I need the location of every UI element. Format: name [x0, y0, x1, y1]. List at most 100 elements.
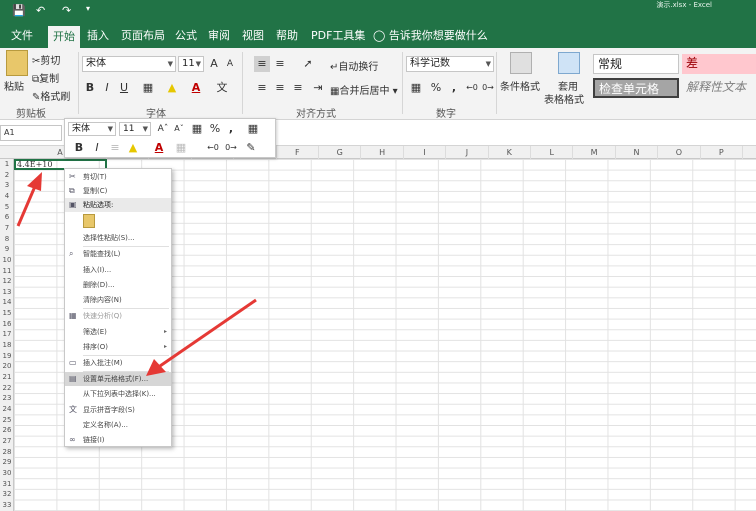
align-left-icon[interactable]: ≡	[254, 80, 270, 96]
italic-button[interactable]: I	[99, 80, 115, 96]
table-format-button[interactable]: 表格格式	[544, 91, 584, 106]
row-header-30[interactable]: 30	[0, 468, 14, 478]
context-menu-item[interactable]: 清除内容(N)	[65, 293, 171, 307]
context-menu-item[interactable]: 选择性粘贴(S)...	[65, 231, 171, 245]
context-menu-item[interactable]: 从下拉列表中选择(K)...	[65, 387, 171, 401]
tab-insert[interactable]: 插入	[82, 24, 114, 48]
format-painter-button[interactable]: ✎格式刷	[32, 88, 70, 103]
row-header-3[interactable]: 3	[0, 180, 14, 190]
tab-pdf-tools[interactable]: PDF工具集	[306, 24, 370, 48]
align-middle-icon[interactable]: ≡	[272, 56, 288, 72]
row-header-28[interactable]: 28	[0, 447, 14, 457]
row-header-26[interactable]: 26	[0, 425, 14, 435]
customize-quick-access-icon[interactable]: ▾	[86, 4, 90, 13]
mini-format-icon[interactable]: ▦	[245, 121, 261, 137]
column-header-o[interactable]: O	[658, 146, 701, 159]
mini-comma-button[interactable]: ,	[223, 121, 239, 137]
context-menu-item[interactable]: 插入(I)...	[65, 263, 171, 277]
row-header-21[interactable]: 21	[0, 372, 14, 382]
mini-fill-color-icon[interactable]: ▲	[125, 140, 141, 156]
font-size-select[interactable]: 11 ▼	[178, 56, 204, 72]
row-header-8[interactable]: 8	[0, 234, 14, 244]
mini-grow-font-icon[interactable]: Aˆ	[155, 121, 171, 137]
tab-view[interactable]: 视图	[237, 24, 269, 48]
column-header-m[interactable]: M	[573, 146, 616, 159]
row-header-11[interactable]: 11	[0, 266, 14, 276]
row-header-2[interactable]: 2	[0, 170, 14, 180]
save-icon[interactable]: 💾	[12, 4, 26, 17]
paste-icon[interactable]	[6, 50, 28, 76]
mini-format-painter-icon[interactable]: ✎	[243, 140, 259, 156]
comma-button[interactable]: ,	[446, 80, 462, 96]
row-header-7[interactable]: 7	[0, 223, 14, 233]
indent-icon[interactable]: ⇥	[310, 80, 326, 96]
row-header-25[interactable]: 25	[0, 415, 14, 425]
bold-button[interactable]: B	[82, 80, 98, 96]
wrap-text-button[interactable]: ↵自动换行	[330, 58, 378, 73]
paste-button[interactable]: 粘贴	[4, 78, 24, 93]
mini-bold-button[interactable]: B	[71, 140, 87, 156]
context-menu-item[interactable]: 文显示拼音字段(S)	[65, 403, 171, 417]
row-header-18[interactable]: 18	[0, 340, 14, 350]
font-color-button[interactable]: A	[188, 80, 204, 96]
tab-page-layout[interactable]: 页面布局	[116, 24, 170, 48]
context-menu-item[interactable]: ∞ 链接(I)	[65, 433, 171, 447]
increase-decimal-icon[interactable]: ←0	[464, 80, 480, 96]
row-header-33[interactable]: 33	[0, 500, 14, 510]
tab-formulas[interactable]: 公式	[170, 24, 202, 48]
mini-percent-button[interactable]: %	[207, 121, 223, 137]
tab-file[interactable]: 文件	[6, 24, 38, 48]
style-normal[interactable]: 常规	[593, 54, 679, 74]
row-header-23[interactable]: 23	[0, 393, 14, 403]
orientation-icon[interactable]: ➚	[300, 56, 316, 72]
column-header-h[interactable]: H	[361, 146, 404, 159]
conditional-format-button[interactable]: 条件格式	[500, 78, 540, 93]
row-header-15[interactable]: 15	[0, 308, 14, 318]
percent-button[interactable]: %	[428, 80, 444, 96]
mini-font-name-select[interactable]: 宋体 ▼	[68, 122, 116, 136]
row-header-27[interactable]: 27	[0, 436, 14, 446]
context-menu-item[interactable]: 筛选(E) ▸	[65, 325, 171, 339]
row-header-19[interactable]: 19	[0, 351, 14, 361]
mini-borders-icon[interactable]: ▦	[173, 140, 189, 156]
tab-help[interactable]: 帮助	[271, 24, 303, 48]
context-menu-item[interactable]: ⌕ 智能查找(L)	[65, 247, 171, 261]
style-check-cell[interactable]: 检查单元格	[593, 78, 679, 98]
row-header-6[interactable]: 6	[0, 212, 14, 222]
shrink-font-button[interactable]: A	[222, 56, 238, 72]
mini-italic-button[interactable]: I	[89, 140, 105, 156]
paste-option-keep-source[interactable]	[65, 212, 171, 230]
context-menu-item[interactable]: ✂ 剪切(T)	[65, 170, 171, 184]
accounting-icon[interactable]: ▦	[408, 80, 424, 96]
style-explanatory[interactable]: 解释性文本	[682, 78, 756, 98]
mini-accounting-icon[interactable]: ▦	[189, 121, 205, 137]
mini-decrease-decimal-icon[interactable]: 0→	[223, 140, 239, 156]
row-header-31[interactable]: 31	[0, 479, 14, 489]
column-header-l[interactable]: L	[531, 146, 574, 159]
row-header-14[interactable]: 14	[0, 297, 14, 307]
tab-review[interactable]: 审阅	[203, 24, 235, 48]
font-name-select[interactable]: 宋体 ▼	[82, 56, 176, 72]
context-menu-item[interactable]: ⧉ 复制(C)	[65, 184, 171, 198]
column-header-f[interactable]: F	[277, 146, 319, 159]
column-header-g[interactable]: G	[319, 146, 362, 159]
grow-font-button[interactable]: A	[206, 56, 222, 72]
row-header-4[interactable]: 4	[0, 191, 14, 201]
redo-icon[interactable]: ↷	[62, 4, 71, 17]
context-menu-item[interactable]: ▦ 快速分析(Q)	[65, 309, 171, 323]
mini-increase-decimal-icon[interactable]: ←0	[205, 140, 221, 156]
row-header-16[interactable]: 16	[0, 319, 14, 329]
copy-button[interactable]: ⧉复制	[32, 70, 59, 85]
decrease-decimal-icon[interactable]: 0→	[480, 80, 496, 96]
style-bad[interactable]: 差	[682, 54, 756, 74]
column-header-p[interactable]: P	[701, 146, 743, 159]
row-header-32[interactable]: 32	[0, 489, 14, 499]
column-header-i[interactable]: I	[404, 146, 447, 159]
align-center-icon[interactable]: ≡	[272, 80, 288, 96]
row-header-10[interactable]: 10	[0, 255, 14, 265]
tell-me-search[interactable]: ◯ 告诉我你想要做什么	[368, 24, 493, 48]
row-header-5[interactable]: 5	[0, 202, 14, 212]
borders-icon[interactable]: ▦	[140, 80, 156, 96]
mini-font-color-button[interactable]: A	[151, 140, 167, 156]
row-header-29[interactable]: 29	[0, 457, 14, 467]
